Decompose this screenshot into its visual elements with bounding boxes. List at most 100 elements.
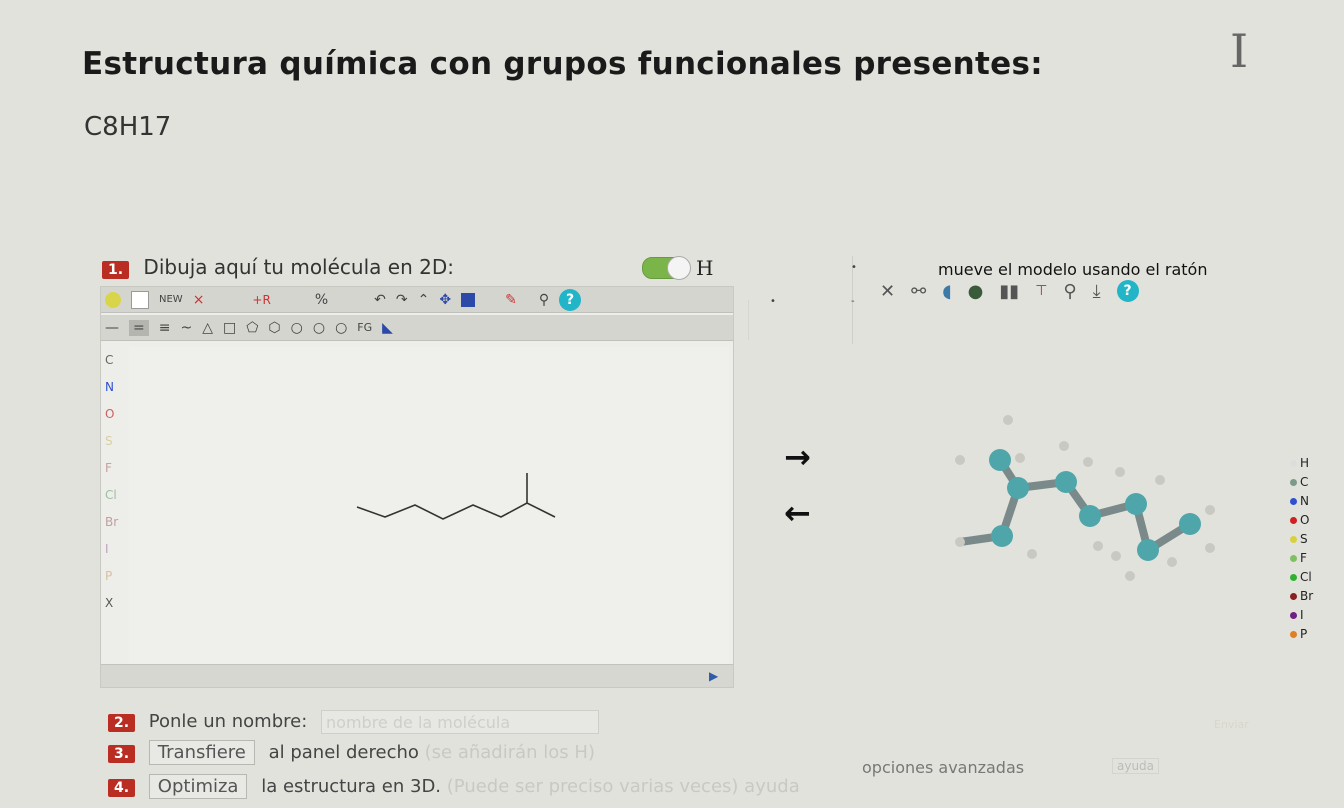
step-4-row: 4. Optimiza la estructura en 3D. (Puede … [108, 774, 800, 799]
smiley-icon[interactable] [105, 291, 121, 308]
pencil-icon[interactable]: ✎ [505, 292, 517, 308]
step-4-hint: (Puede ser preciso varias veces) [446, 776, 739, 797]
hexagon-ring-button[interactable]: ⬡ [268, 320, 280, 336]
atom-n-button[interactable]: N [105, 380, 118, 394]
ring-7-button[interactable]: ○ [291, 320, 303, 336]
panel-divider-small [748, 300, 749, 340]
triangle-ring-button[interactable]: △ [202, 320, 213, 336]
template-icon[interactable]: ◣ [382, 320, 393, 336]
undo-icon[interactable]: ↶ [374, 292, 386, 308]
functional-group-button[interactable]: FG [357, 321, 372, 334]
redo-icon[interactable]: ↷ [396, 292, 408, 308]
editor-status-bar: ▶ [101, 664, 733, 687]
step-4-badge: 4. [108, 779, 136, 797]
play-icon[interactable]: ▶ [709, 669, 718, 683]
divider-mark: - [851, 296, 855, 307]
atom-cl-button[interactable]: Cl [105, 488, 118, 502]
toggle-knob[interactable] [667, 256, 691, 280]
sphere-icon[interactable]: ● [968, 281, 984, 302]
atom-f-button[interactable]: F [105, 461, 118, 475]
step-3-row: 3. Transfiere al panel derecho (se añadi… [108, 740, 595, 765]
legend-item: Cl [1290, 570, 1313, 584]
text-cursor-icon: I [1230, 24, 1249, 78]
step-3-hint: (se añadirán los H) [424, 742, 595, 763]
legend-item: P [1290, 627, 1313, 641]
optimize-button[interactable]: Optimiza [148, 774, 248, 799]
molecule-name-input[interactable] [321, 710, 600, 734]
element-color-legend: H C N O S F Cl Br I P [1290, 456, 1313, 641]
ball-stick-icon[interactable]: ⚯ [911, 281, 926, 302]
atom-c-button[interactable]: C [105, 353, 118, 367]
advanced-help-link[interactable]: ayuda [1112, 758, 1160, 774]
divider-mark: • [770, 296, 776, 307]
skeletal-structure [356, 473, 556, 520]
surface-icon[interactable]: ◖ [942, 281, 951, 302]
new-button[interactable]: NEW [159, 294, 183, 305]
atom-br-button[interactable]: Br [105, 515, 118, 529]
color-bars-icon[interactable]: ▮▮ [999, 281, 1019, 302]
step-1-row: 1. Dibuja aquí tu molécula en 2D: [102, 255, 454, 279]
editor-toolbar-bonds: — = ≡ ~ △ □ ⬠ ⬡ ○ ○ ○ FG ◣ [101, 315, 733, 341]
blank-canvas-icon[interactable] [131, 290, 149, 309]
add-r-group-button[interactable]: +R [252, 293, 270, 307]
viewer-help-icon[interactable]: ? [1116, 280, 1139, 302]
step-4-help-link[interactable]: ayuda [744, 776, 800, 797]
legend-item: Br [1290, 589, 1313, 603]
binoculars-icon[interactable]: ⚲ [1063, 281, 1076, 302]
charge-button[interactable]: % [315, 292, 328, 308]
viewer-instructions: mueve el modelo usando el ratón [938, 260, 1208, 279]
step-3-label: al panel derecho [268, 742, 419, 763]
help-icon[interactable]: ? [559, 288, 582, 311]
atom-p-button[interactable]: P [105, 569, 118, 583]
legend-item: O [1290, 513, 1313, 527]
molecule-editor-2d: NEW × +R % ↶ ↷ ⌃ ✥ ✎ ⚲ ? — = ≡ ~ △ □ ⬠ ⬡… [100, 286, 734, 688]
step-2-label: Ponle un nombre: [148, 711, 308, 732]
legend-item: C [1290, 475, 1313, 489]
move-icon[interactable]: ✥ [439, 292, 451, 308]
atom-s-button[interactable]: S [105, 434, 118, 448]
hydrogen-toggle[interactable]: H [642, 256, 713, 280]
info-icon[interactable] [461, 292, 476, 307]
measure-icon[interactable]: ⊤ [1035, 283, 1047, 299]
transfer-left-arrow-icon[interactable]: ← [784, 494, 811, 532]
viewer-toolbar: ✕ ⚯ ◖ ● ▮▮ ⊤ ⚲ ⤓ ? [880, 280, 1139, 302]
drawing-canvas[interactable] [129, 347, 729, 665]
transfer-button[interactable]: Transfiere [148, 740, 255, 765]
divider-mark: • [851, 262, 857, 273]
step-1-badge: 1. [102, 261, 130, 279]
editor-toolbar-primary: NEW × +R % ↶ ↷ ⌃ ✥ ✎ ⚲ ? [101, 287, 733, 313]
step-4-label: la estructura en 3D. [261, 776, 442, 797]
legend-item: F [1290, 551, 1313, 565]
bond-angle-icon[interactable]: ⌃ [418, 292, 430, 308]
double-bond-button[interactable]: = [129, 319, 149, 336]
binoculars-icon[interactable]: ⚲ [539, 292, 549, 308]
atom-o-button[interactable]: O [105, 407, 118, 421]
legend-item: H [1290, 456, 1313, 470]
square-ring-button[interactable]: □ [223, 320, 236, 336]
carbon-chain [356, 502, 556, 520]
molecular-formula: C8H17 [84, 112, 172, 142]
step-1-label: Dibuja aquí tu molécula en 2D: [143, 255, 454, 279]
toggle-track[interactable] [642, 256, 691, 280]
send-button[interactable]: Enviar [1214, 718, 1249, 731]
pentagon-ring-button[interactable]: ⬠ [246, 320, 258, 336]
single-bond-button[interactable]: — [105, 320, 119, 336]
delete-icon[interactable]: × [193, 292, 205, 308]
hydrogen-toggle-label: H [696, 256, 714, 280]
atom-i-button[interactable]: I [105, 542, 118, 556]
molecule-3d-view[interactable] [940, 400, 1230, 590]
chain-button[interactable]: ~ [180, 320, 192, 336]
advanced-options-link[interactable]: opciones avanzadas [862, 758, 1024, 777]
atom-x-button[interactable]: X [105, 596, 118, 610]
step-2-row: 2. Ponle un nombre: [108, 710, 600, 734]
step-3-badge: 3. [108, 745, 136, 763]
atom-palette: C N O S F Cl Br I P X [105, 353, 118, 610]
ring-9-button[interactable]: ○ [335, 320, 347, 336]
wireframe-icon[interactable]: ✕ [880, 281, 895, 302]
legend-item: S [1290, 532, 1313, 546]
download-icon[interactable]: ⤓ [1093, 281, 1101, 302]
triple-bond-button[interactable]: ≡ [159, 320, 171, 336]
transfer-right-arrow-icon[interactable]: → [784, 438, 811, 476]
ring-8-button[interactable]: ○ [313, 320, 325, 336]
step-2-badge: 2. [108, 714, 136, 732]
